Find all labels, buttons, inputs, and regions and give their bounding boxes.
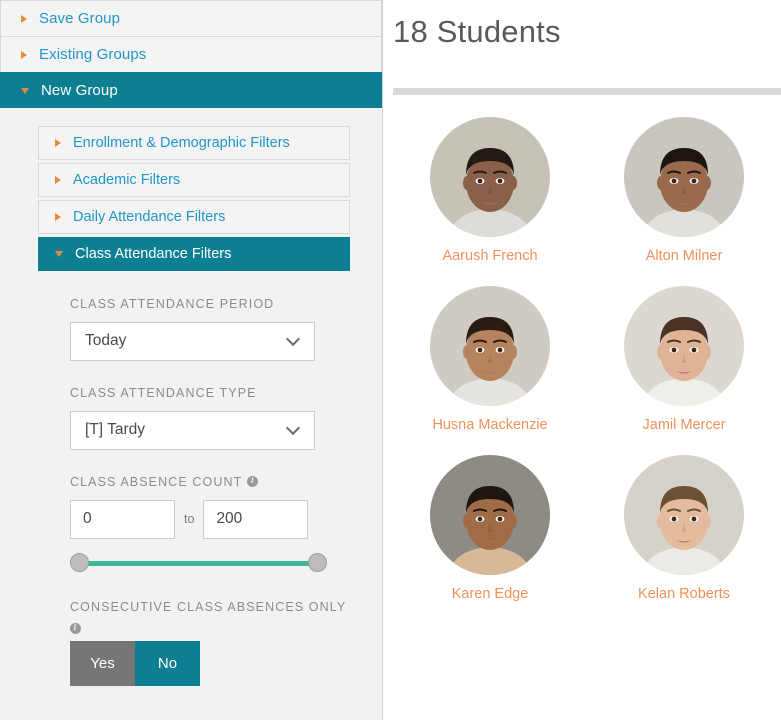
- student-avatar[interactable]: [430, 286, 550, 406]
- student-card[interactable]: Aarush French: [393, 117, 587, 264]
- student-name[interactable]: Husna Mackenzie: [432, 417, 547, 433]
- label-text: CONSECUTIVE CLASS ABSENCES ONLY: [70, 599, 347, 614]
- triangle-right-icon: [55, 176, 61, 184]
- group-accordion-list: Save Group Existing Groups New Group: [0, 0, 382, 108]
- student-name[interactable]: Alton Milner: [646, 248, 723, 264]
- student-name[interactable]: Jamil Mercer: [643, 417, 726, 433]
- slider-handle-min[interactable]: [70, 552, 89, 572]
- accordion-save-group[interactable]: Save Group: [0, 0, 382, 36]
- filter-category-label: Academic Filters: [73, 172, 181, 188]
- triangle-right-icon: [21, 14, 27, 23]
- filter-category-daily-attendance[interactable]: Daily Attendance Filters: [38, 200, 350, 234]
- accordion-new-group[interactable]: New Group: [0, 72, 382, 108]
- student-card[interactable]: Karen Edge: [393, 455, 587, 602]
- class-attendance-period-label: CLASS ATTENDANCE PERIOD: [70, 296, 348, 313]
- absence-count-min-input[interactable]: [70, 499, 175, 539]
- student-avatar[interactable]: [430, 455, 550, 575]
- student-card[interactable]: Husna Mackenzie: [393, 286, 587, 433]
- student-grid: Aarush French Alton Milner Husna Mackenzie…: [383, 95, 781, 602]
- filter-category-label: Class Attendance Filters: [75, 246, 232, 262]
- page-title: 18 Students: [393, 14, 561, 49]
- info-icon[interactable]: i: [70, 622, 81, 634]
- class-absence-count-label: CLASS ABSENCE COUNT i: [70, 474, 348, 491]
- triangle-down-icon: [21, 87, 29, 94]
- student-card[interactable]: Kelan Roberts: [587, 455, 781, 602]
- class-attendance-period-select[interactable]: Today: [70, 321, 315, 361]
- student-name[interactable]: Karen Edge: [452, 586, 529, 602]
- filter-category-list: Enrollment & Demographic Filters Academi…: [0, 108, 382, 271]
- filter-panel: Save Group Existing Groups New Group Enr…: [0, 0, 383, 720]
- class-absence-count-range: to: [70, 499, 348, 539]
- student-avatar[interactable]: [430, 117, 550, 237]
- absence-count-max-input[interactable]: [203, 499, 309, 539]
- student-card[interactable]: Jamil Mercer: [587, 286, 781, 433]
- section-divider: [393, 88, 781, 95]
- filter-category-academic[interactable]: Academic Filters: [38, 163, 350, 197]
- label-text: CLASS ABSENCE COUNT: [70, 474, 243, 489]
- consecutive-yes-button[interactable]: Yes: [70, 640, 135, 686]
- accordion-label: New Group: [41, 82, 118, 99]
- student-avatar[interactable]: [624, 117, 744, 237]
- chevron-down-icon: [285, 332, 301, 347]
- student-card[interactable]: Alton Milner: [587, 117, 781, 264]
- slider-track: [79, 560, 318, 566]
- chevron-down-icon: [285, 421, 301, 436]
- triangle-right-icon: [55, 139, 61, 147]
- accordion-label: Save Group: [39, 10, 121, 27]
- class-attendance-type-select[interactable]: [T] Tardy: [70, 410, 315, 450]
- app-root: Save Group Existing Groups New Group Enr…: [0, 0, 781, 720]
- accordion-existing-groups[interactable]: Existing Groups: [0, 36, 382, 72]
- consecutive-absences-label: CONSECUTIVE CLASS ABSENCES ONLY i: [70, 599, 348, 634]
- class-attendance-filter-form: CLASS ATTENDANCE PERIOD Today CLASS ATTE…: [0, 274, 382, 696]
- select-value: Today: [85, 332, 127, 350]
- label-text: CLASS ATTENDANCE PERIOD: [70, 297, 275, 311]
- student-avatar[interactable]: [624, 455, 744, 575]
- absence-count-slider[interactable]: [70, 552, 327, 573]
- accordion-label: Existing Groups: [39, 46, 147, 63]
- label-text: CLASS ATTENDANCE TYPE: [70, 385, 257, 400]
- student-avatar[interactable]: [624, 286, 744, 406]
- student-name[interactable]: Aarush French: [442, 248, 537, 264]
- triangle-right-icon: [21, 50, 27, 59]
- student-name[interactable]: Kelan Roberts: [638, 586, 730, 602]
- triangle-right-icon: [55, 213, 61, 221]
- consecutive-no-button[interactable]: No: [135, 640, 200, 686]
- info-icon[interactable]: i: [247, 475, 259, 487]
- class-attendance-type-label: CLASS ATTENDANCE TYPE: [70, 385, 348, 402]
- filter-category-label: Enrollment & Demographic Filters: [73, 135, 290, 151]
- slider-handle-max[interactable]: [308, 552, 327, 572]
- students-panel: 18 Students Aarush French Alton Milner Hus…: [383, 0, 781, 720]
- filter-category-enrollment-demographic[interactable]: Enrollment & Demographic Filters: [38, 126, 350, 160]
- triangle-down-icon: [55, 251, 63, 257]
- range-separator: to: [184, 512, 195, 527]
- select-value: [T] Tardy: [85, 421, 146, 439]
- consecutive-absences-toggle: Yes No: [70, 640, 348, 686]
- filter-category-label: Daily Attendance Filters: [73, 209, 226, 225]
- filter-category-class-attendance[interactable]: Class Attendance Filters: [38, 237, 350, 271]
